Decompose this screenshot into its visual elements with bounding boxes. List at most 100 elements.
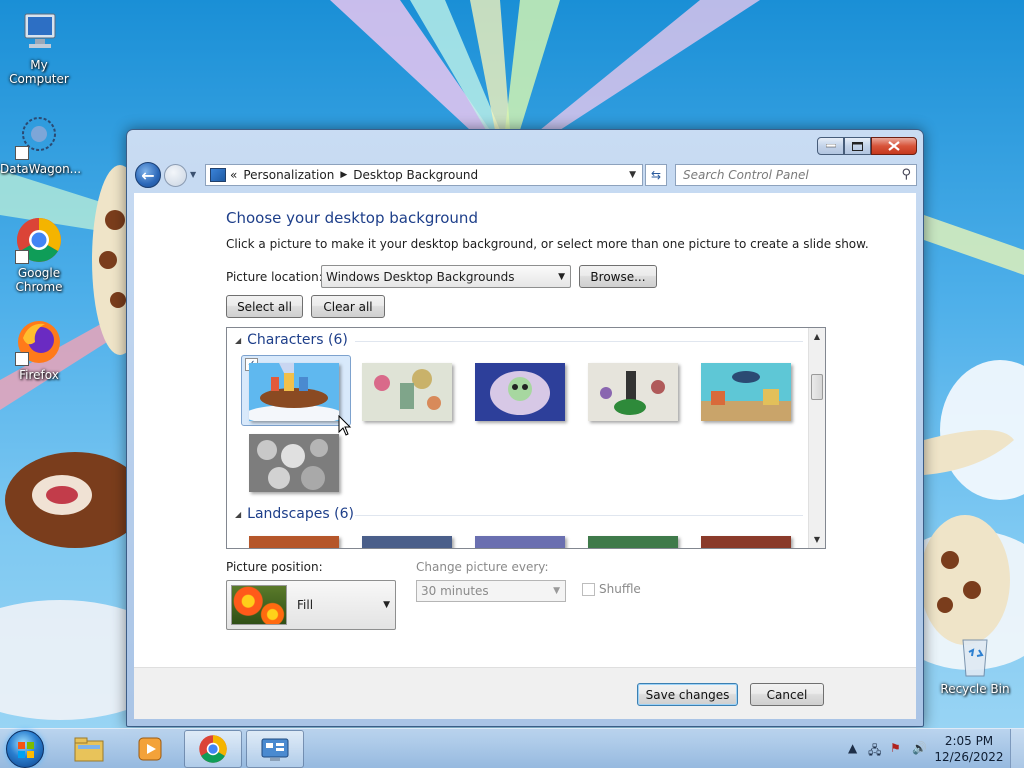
collapse-triangle-icon[interactable]: ◢ (235, 510, 241, 519)
show-hidden-icons-icon[interactable]: ▲ (848, 741, 857, 755)
volume-icon[interactable]: 🔊 (912, 741, 927, 755)
address-history-dropdown[interactable]: ▼ (629, 170, 636, 180)
group-header-landscapes[interactable]: ◢ Landscapes (6) (235, 506, 354, 522)
action-center-icon[interactable]: ⚑ (890, 741, 901, 755)
desktop-icon-label: My Computer (9, 58, 69, 86)
desktop-icon-label: Firefox (19, 368, 59, 382)
thumbnail-character-6[interactable] (249, 434, 339, 492)
refresh-button[interactable]: ⇆ (645, 164, 667, 186)
back-button[interactable]: ← (135, 162, 161, 188)
scroll-up-icon[interactable]: ▲ (809, 328, 825, 345)
control-panel-icon (261, 738, 289, 761)
taskbar-media-player[interactable] (121, 730, 179, 768)
chevron-right-icon[interactable]: ▶ (340, 170, 347, 180)
select-all-button[interactable]: Select all (226, 295, 303, 318)
arrow-left-icon: ← (141, 165, 155, 185)
desktop-icon-firefox[interactable]: Firefox (0, 318, 78, 382)
thumbnail-landscape-1[interactable] (249, 536, 339, 548)
windows-logo-icon (18, 742, 34, 758)
clock-date[interactable]: 12/26/2022 (934, 750, 1004, 764)
breadcrumb-item-desktop-background[interactable]: Desktop Background (353, 168, 478, 182)
change-interval-value: 30 minutes (421, 584, 489, 598)
change-picture-label: Change picture every: (416, 560, 549, 574)
search-icon[interactable]: ⚲ (901, 167, 911, 182)
thumbnail-character-4[interactable] (588, 363, 678, 421)
group-header-characters[interactable]: ◢ Characters (6) (235, 332, 348, 348)
search-box[interactable]: ⚲ (675, 164, 917, 186)
desktop-icon-my-computer[interactable]: My Computer (0, 8, 78, 86)
picture-location-label: Picture location: (226, 270, 323, 284)
thumbnail-landscape-2[interactable] (362, 536, 452, 548)
close-button[interactable] (871, 137, 917, 155)
dialog-button-bar: Save changes Cancel (134, 667, 916, 719)
desktop-icon-label: DataWagon... (0, 162, 82, 176)
window-caption-buttons (817, 137, 917, 155)
group-title: Characters (6) (247, 332, 348, 348)
network-icon[interactable]: 🖧 (868, 741, 881, 762)
gallery-scrollbar[interactable]: ▲ ▼ (808, 328, 825, 548)
group-divider (355, 515, 803, 516)
desktop-background-window: ← ▼ « Personalization ▶ Desktop Backgrou… (126, 129, 924, 727)
group-title: Landscapes (6) (247, 506, 354, 522)
picture-position-value: Fill (297, 598, 314, 612)
clock-time[interactable]: 2:05 PM (934, 734, 1004, 748)
recycle-bin-icon (951, 632, 999, 680)
desktop-icon-recycle-bin[interactable]: Recycle Bin (936, 632, 1014, 696)
maximize-button[interactable] (844, 137, 871, 155)
thumbnail-landscape-4[interactable] (588, 536, 678, 548)
desktop-icon-datawagon[interactable]: DataWagon... (0, 112, 82, 176)
desktop-icon-label: Recycle Bin (940, 682, 1010, 696)
shortcut-arrow-icon (15, 352, 29, 366)
desktop-icon-label: Google Chrome (15, 266, 63, 294)
thumbnail-landscape-3[interactable] (475, 536, 565, 548)
chrome-icon (199, 735, 227, 763)
minimize-button[interactable] (817, 137, 844, 155)
taskbar-control-panel[interactable] (246, 730, 304, 768)
taskbar-explorer[interactable] (60, 730, 118, 768)
search-input[interactable] (676, 165, 886, 185)
taskbar-chrome[interactable] (184, 730, 242, 768)
scroll-down-icon[interactable]: ▼ (809, 531, 825, 548)
thumbnail-character-1[interactable] (249, 363, 339, 421)
scrollbar-thumb[interactable] (811, 374, 823, 400)
address-bar: ← ▼ « Personalization ▶ Desktop Backgrou… (135, 162, 917, 190)
picture-position-label: Picture position: (226, 560, 323, 574)
wallpaper-gallery[interactable]: ◢ Characters (6) ✓ (226, 327, 826, 549)
picture-location-value: Windows Desktop Backgrounds (326, 269, 515, 284)
datawagon-icon (15, 112, 63, 160)
refresh-icon: ⇆ (650, 168, 662, 182)
content-pane: Choose your desktop background Click a p… (134, 193, 916, 667)
taskbar: ▲ 🖧 ⚑ 🔊 2:05 PM 12/26/2022 (0, 728, 1024, 768)
save-changes-button[interactable]: Save changes (637, 683, 738, 706)
thumbnail-character-5[interactable] (701, 363, 791, 421)
collapse-triangle-icon[interactable]: ◢ (235, 336, 241, 345)
thumbnail-landscape-5[interactable] (701, 536, 791, 548)
shuffle-checkbox[interactable] (582, 582, 595, 596)
breadcrumb-item-personalization[interactable]: Personalization (243, 168, 334, 182)
picture-position-dropdown[interactable]: Fill ▼ (226, 580, 396, 630)
shuffle-toggle[interactable]: Shuffle (582, 582, 641, 596)
picture-location-dropdown[interactable]: Windows Desktop Backgrounds ▼ (321, 265, 571, 288)
start-button[interactable] (6, 730, 44, 768)
chevron-down-icon: ▼ (553, 586, 560, 596)
clear-all-button[interactable]: Clear all (311, 295, 385, 318)
forward-button[interactable] (164, 164, 187, 187)
chevron-down-icon: ▼ (558, 271, 565, 282)
thumbnail-character-3[interactable] (475, 363, 565, 421)
control-panel-icon (210, 168, 226, 182)
recent-pages-dropdown[interactable]: ▼ (190, 170, 196, 179)
page-description: Click a picture to make it your desktop … (226, 237, 869, 251)
page-title: Choose your desktop background (226, 209, 478, 227)
system-tray: ▲ 🖧 ⚑ 🔊 2:05 PM 12/26/2022 (844, 729, 1024, 768)
folder-icon (74, 737, 104, 762)
breadcrumb[interactable]: « Personalization ▶ Desktop Background ▼ (205, 164, 643, 186)
desktop-icon-chrome[interactable]: Google Chrome (0, 216, 78, 294)
change-interval-dropdown[interactable]: 30 minutes ▼ (416, 580, 566, 602)
cancel-button[interactable]: Cancel (750, 683, 824, 706)
show-desktop-button[interactable] (1010, 729, 1024, 768)
shuffle-label: Shuffle (599, 582, 641, 596)
thumbnail-character-2[interactable] (362, 363, 452, 421)
chrome-icon (15, 216, 63, 264)
breadcrumb-overflow-icon[interactable]: « (230, 168, 237, 182)
browse-button[interactable]: Browse... (579, 265, 657, 288)
